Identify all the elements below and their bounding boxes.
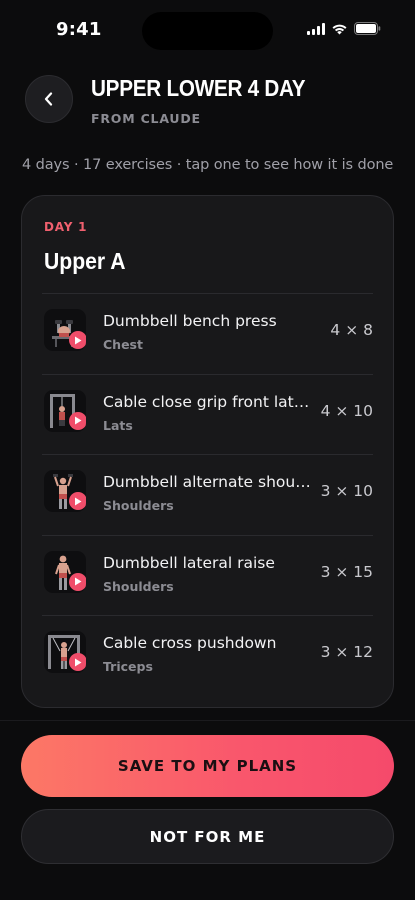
cellular-signal-icon [307,22,325,35]
exercise-row[interactable]: Dumbbell alternate should... Shoulders 3… [42,454,373,535]
exercise-row[interactable]: Cable cross pushdown Triceps 3 × 12 [42,615,373,696]
exercise-name: Cable cross pushdown [103,634,277,652]
exercise-muscle: Lats [103,417,133,433]
chevron-left-icon [44,92,53,106]
play-icon [69,411,86,430]
day-name: Upper A [44,248,126,274]
plan-source: FROM CLAUDE [91,111,201,126]
day-card: DAY 1 Upper A Dumbbell bench press Chest… [21,195,394,708]
status-time: 9:41 [56,19,102,40]
exercise-row[interactable]: Dumbbell lateral raise Shoulders 3 × 15 [42,534,373,616]
exercise-sets: 3 × 15 [320,562,373,581]
exercise-name: Dumbbell alternate should... [103,473,313,491]
not-for-me-button[interactable]: NOT FOR ME [21,809,394,864]
plan-title: UPPER LOWER 4 DAY [91,75,306,101]
wifi-icon [332,24,347,34]
exercise-muscle: Shoulders [103,578,174,594]
save-to-plans-button[interactable]: SAVE TO MY PLANS [21,735,394,797]
exercise-name: Dumbbell lateral raise [103,553,275,572]
play-icon [69,572,86,591]
exercise-thumbnail [44,470,86,512]
exercise-list: Dumbbell bench press Chest 4 × 8 Cable c… [42,293,373,696]
back-button[interactable] [25,75,73,123]
exercise-thumbnail [44,550,86,593]
exercise-muscle: Triceps [103,659,153,674]
play-icon [69,492,86,510]
dynamic-island [142,12,273,50]
exercise-thumbnail [44,309,86,351]
exercise-muscle: Chest [103,337,143,352]
exercise-sets: 3 × 10 [320,482,373,500]
plan-preview-screen: 9:41 UPPER LOWER 4 DAY FROM CLAUDE 4 day… [0,0,415,900]
battery-icon [354,22,381,35]
day-label: DAY 1 [44,220,88,234]
exercise-sets: 4 × 10 [320,401,373,420]
plan-summary: 4 days · 17 exercises · tap one to see h… [22,157,394,173]
exercise-thumbnail [44,389,86,432]
exercise-row[interactable]: Dumbbell bench press Chest 4 × 8 [42,293,373,374]
exercise-sets: 3 × 12 [320,643,373,661]
play-icon [69,653,86,671]
play-icon [69,331,86,349]
exercise-row[interactable]: Cable close grip front lat p... Lats 4 ×… [42,373,373,455]
status-icons [307,22,381,35]
exercise-muscle: Shoulders [103,498,174,513]
exercise-name: Cable close grip front lat p... [103,392,313,411]
status-bar: 9:41 [0,0,415,58]
bottom-divider [0,720,415,721]
exercise-thumbnail [44,631,86,673]
exercise-name: Dumbbell bench press [103,312,277,330]
exercise-sets: 4 × 8 [330,321,373,339]
